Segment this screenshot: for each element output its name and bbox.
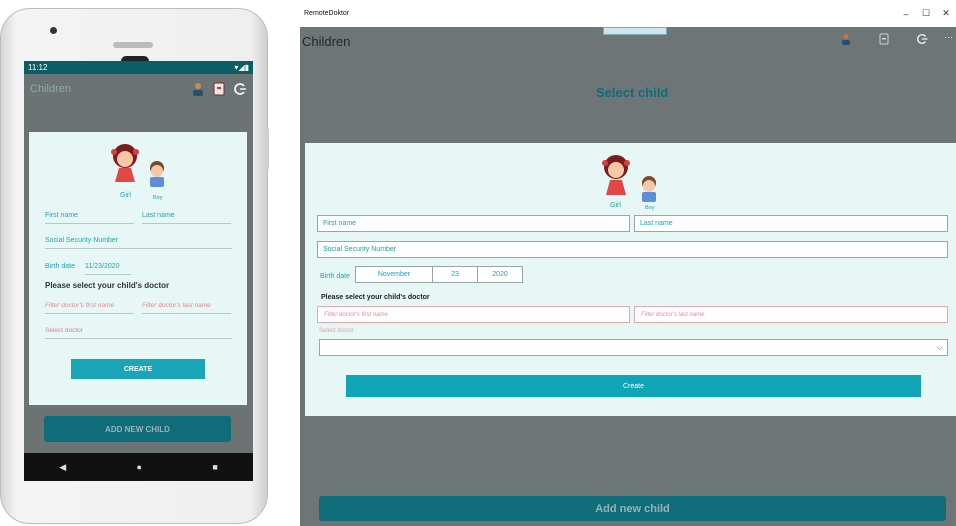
logout-icon[interactable] <box>233 82 247 96</box>
add-new-child-button[interactable]: ADD NEW CHILD <box>44 416 231 442</box>
chevron-down-icon: ⌵ <box>936 342 943 352</box>
doctor-icon[interactable] <box>191 82 205 96</box>
document-icon[interactable] <box>212 82 226 96</box>
recents-icon[interactable]: ■ <box>212 462 217 472</box>
girl-avatar-icon[interactable] <box>111 144 139 182</box>
create-button[interactable]: Create <box>346 375 921 397</box>
screenshot-root: 11:12 ▾◢▮ Children Girl Boy First name L… <box>0 0 956 526</box>
create-child-card: Girl Boy First name Last name Social Sec… <box>305 143 956 416</box>
phone-side-button <box>265 128 269 170</box>
window-title-bar: RemoteDoktor <box>300 0 956 27</box>
minimize-button[interactable]: – <box>896 9 916 19</box>
first-name-field[interactable]: First name <box>317 215 630 232</box>
phone-speaker <box>113 42 153 48</box>
ssn-field[interactable]: Social Security Number <box>317 241 948 258</box>
birth-date-label: Birth date <box>320 273 350 280</box>
select-doctor-dropdown[interactable]: ⌵ <box>319 339 948 356</box>
desktop-window: RemoteDoktor – ☐ ✕ Children ··· Select c… <box>300 0 956 526</box>
girl-avatar-icon[interactable] <box>602 155 630 195</box>
add-new-child-button[interactable]: Add new child <box>319 496 946 521</box>
close-button[interactable]: ✕ <box>936 8 956 19</box>
more-menu-button[interactable]: ··· <box>944 32 953 42</box>
home-icon[interactable]: ● <box>137 462 142 472</box>
birth-month-picker[interactable]: November <box>355 266 433 283</box>
phone-screen: 11:12 ▾◢▮ Children Girl Boy First name L… <box>24 61 253 481</box>
window-title: RemoteDoktor <box>304 10 350 17</box>
select-doctor-field[interactable]: Select doctor <box>45 327 232 339</box>
create-button[interactable]: CREATE <box>71 359 205 379</box>
birth-date-label: Birth date <box>45 263 75 270</box>
first-name-field[interactable]: First name <box>45 212 134 224</box>
doctor-heading: Please select your child's doctor <box>321 294 430 301</box>
child-gender-picker <box>111 144 164 187</box>
signal-battery-icon: ▾◢▮ <box>234 63 249 72</box>
back-icon[interactable]: ◀ <box>59 462 66 473</box>
doctor-first-name-filter[interactable]: Filter doctor's first name <box>45 302 134 314</box>
camera-dot <box>50 27 57 34</box>
doctor-icon[interactable] <box>840 33 852 45</box>
create-child-card: Girl Boy First name Last name Social Sec… <box>29 132 247 405</box>
doctor-heading: Please select your child's doctor <box>45 281 170 290</box>
select-doctor-label: Select doctor <box>319 328 355 334</box>
phone-app-bar: Children <box>24 74 253 104</box>
boy-avatar-icon[interactable] <box>642 176 656 202</box>
phone-device: 11:12 ▾◢▮ Children Girl Boy First name L… <box>0 8 268 524</box>
boy-label: Boy <box>153 195 163 201</box>
girl-label: Girl <box>120 192 131 199</box>
android-nav-bar: ◀ ● ■ <box>24 453 253 481</box>
status-time: 11:12 <box>28 63 48 72</box>
status-bar: 11:12 ▾◢▮ <box>24 61 253 74</box>
girl-label: Girl <box>610 202 621 209</box>
doctor-last-name-filter[interactable]: Filter doctor's last name <box>634 306 948 323</box>
boy-avatar-icon[interactable] <box>150 161 164 187</box>
doctor-last-name-filter[interactable]: Filter doctor's last name <box>142 302 231 314</box>
page-heading: Select child <box>596 85 669 100</box>
window-controls: – ☐ ✕ <box>896 0 956 27</box>
ssn-field[interactable]: Social Security Number <box>45 237 232 249</box>
document-icon[interactable] <box>878 33 890 45</box>
birth-year-picker[interactable]: 2020 <box>478 266 523 283</box>
child-gender-picker <box>602 155 656 202</box>
drag-handle[interactable] <box>603 27 667 35</box>
birth-day-picker[interactable]: 23 <box>433 266 478 283</box>
app-title: Children <box>302 34 351 49</box>
last-name-field[interactable]: Last name <box>634 215 948 232</box>
maximize-button[interactable]: ☐ <box>916 8 936 19</box>
boy-label: Boy <box>645 205 655 211</box>
logout-icon[interactable] <box>916 33 928 45</box>
app-title: Children <box>30 83 71 95</box>
birth-date-field[interactable]: 11/23/2020 <box>85 263 131 275</box>
last-name-field[interactable]: Last name <box>142 212 231 224</box>
doctor-first-name-filter[interactable]: Filter doctor's first name <box>317 306 630 323</box>
